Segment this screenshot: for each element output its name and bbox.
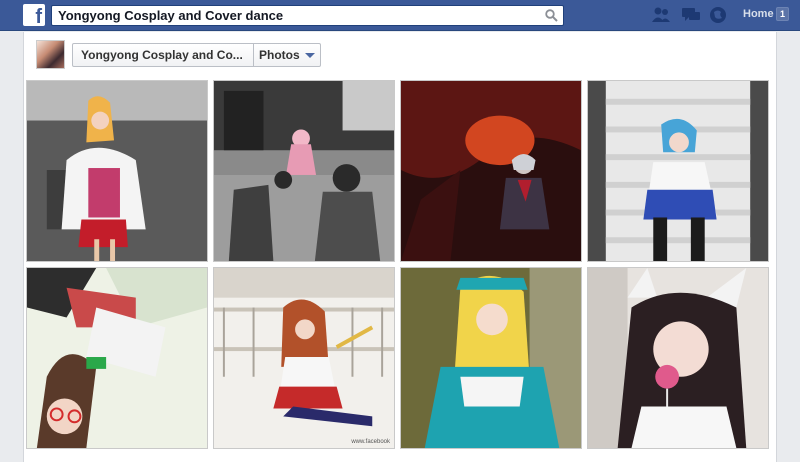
search-icon[interactable]	[545, 9, 558, 22]
photo-thumbnail[interactable]	[400, 80, 582, 262]
breadcrumb-divider	[253, 44, 254, 66]
photo-thumbnail[interactable]	[587, 267, 769, 449]
photo-thumbnail[interactable]	[400, 267, 582, 449]
messages-icon[interactable]	[681, 6, 701, 24]
photo-watermark: www.facebook	[351, 439, 390, 445]
chevron-down-icon[interactable]	[305, 53, 315, 58]
home-badge: 1	[776, 7, 789, 21]
notifications-icon[interactable]	[709, 6, 729, 24]
search-input[interactable]: Yongyong Cosplay and Cover dance	[51, 5, 564, 26]
breadcrumb: Yongyong Cosplay and Co... Photos	[72, 43, 321, 67]
facebook-logo-icon[interactable]: f	[23, 4, 45, 28]
home-link[interactable]: Home	[743, 8, 774, 20]
photo-thumbnail[interactable]	[213, 80, 395, 262]
search-text[interactable]: Yongyong Cosplay and Cover dance	[58, 8, 283, 23]
photo-thumbnail[interactable]	[26, 267, 208, 449]
photos-dropdown[interactable]: Photos	[259, 48, 300, 62]
breadcrumb-page-button[interactable]: Yongyong Cosplay and Co...	[81, 48, 251, 62]
photo-thumbnail[interactable]	[587, 80, 769, 262]
friend-requests-icon[interactable]	[651, 6, 671, 24]
photo-thumbnail[interactable]	[26, 80, 208, 262]
photo-thumbnail[interactable]: www.facebook	[213, 267, 395, 449]
top-bar: f Yongyong Cosplay and Cover dance Home …	[0, 0, 800, 31]
page-avatar[interactable]	[36, 40, 65, 69]
